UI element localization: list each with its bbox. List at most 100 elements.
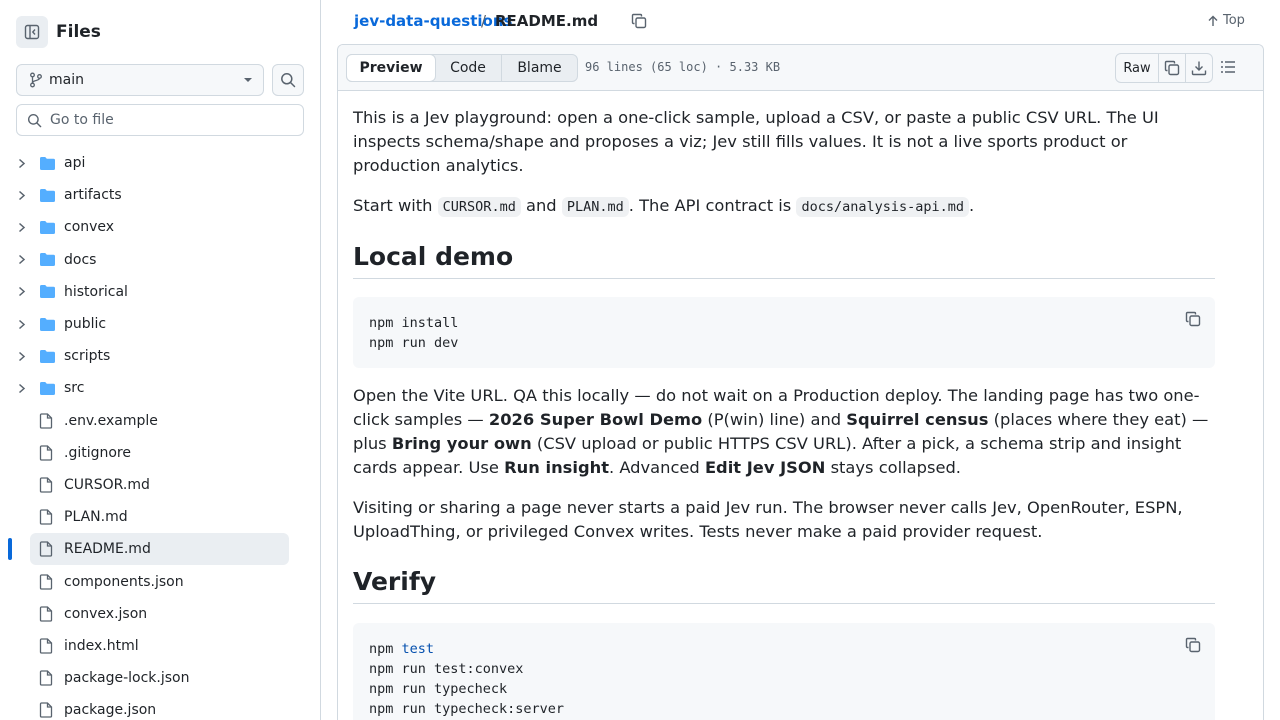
folder-icon — [39, 156, 56, 171]
heading-local-demo: Local demo — [353, 242, 1215, 279]
tree-item-label: CURSOR.md — [64, 476, 150, 493]
file-icon — [39, 412, 53, 429]
tree-folder-api[interactable]: api — [0, 147, 320, 179]
tree-file-cursor-md[interactable]: CURSOR.md — [0, 469, 320, 501]
tree-file-components-json[interactable]: components.json — [0, 565, 320, 597]
folder-icon — [39, 381, 56, 396]
copy-icon — [631, 13, 647, 29]
code-line: npm test — [369, 639, 1199, 659]
code-block-verify: npm test npm run test:convex npm run typ… — [353, 623, 1215, 720]
tree-item-label: .env.example — [64, 412, 158, 429]
tree-item-label: artifacts — [64, 187, 122, 204]
chevron-right-icon[interactable] — [18, 351, 30, 362]
chevron-right-icon[interactable] — [18, 286, 30, 297]
download-button[interactable] — [1185, 54, 1212, 82]
download-icon — [1191, 61, 1207, 76]
tree-item-label: api — [64, 155, 86, 172]
chevron-right-icon[interactable] — [18, 190, 30, 201]
readme-qa-paragraph: Open the Vite URL. QA this locally — do … — [353, 384, 1215, 480]
tree-item-label: scripts — [64, 348, 111, 365]
arrow-up-icon — [1208, 15, 1218, 26]
chevron-right-icon[interactable] — [18, 158, 30, 169]
go-to-file-field[interactable] — [16, 104, 304, 136]
chevron-right-icon[interactable] — [18, 254, 30, 265]
chevron-right-icon[interactable] — [18, 383, 30, 394]
code-keyword: test — [401, 641, 435, 657]
tree-file-plan-md[interactable]: PLAN.md — [0, 501, 320, 533]
code-line: npm run dev — [369, 335, 459, 351]
tree-file-env-example[interactable]: .env.example — [0, 405, 320, 437]
copy-code-button[interactable] — [1185, 637, 1201, 653]
tree-folder-artifacts[interactable]: artifacts — [0, 179, 320, 211]
bold-text: Edit Jev JSON — [704, 458, 826, 477]
code-block-local-demo: npm install npm run dev — [353, 297, 1215, 368]
tree-file-package-lock-json[interactable]: package-lock.json — [0, 662, 320, 694]
text-run: (P(win) line) and — [702, 410, 847, 429]
tree-folder-scripts[interactable]: scripts — [0, 340, 320, 372]
back-to-top-link[interactable]: Top — [1207, 13, 1245, 28]
tree-item-label: README.md — [64, 541, 151, 558]
tree-folder-public[interactable]: public — [0, 308, 320, 340]
tree-item-label: convex — [64, 219, 115, 236]
chevron-right-icon[interactable] — [18, 319, 30, 330]
file-icon — [39, 445, 53, 461]
copy-code-button[interactable] — [1185, 311, 1201, 327]
code-line: npm run typecheck — [369, 681, 508, 697]
copy-icon — [1185, 637, 1201, 653]
tab-preview[interactable]: Preview — [346, 54, 436, 82]
view-mode-tabs: Preview Code Blame — [346, 54, 578, 82]
sidebar-collapse-icon — [24, 24, 40, 40]
tree-folder-src[interactable]: src — [0, 372, 320, 404]
tree-file-package-json[interactable]: package.json — [0, 694, 320, 720]
tree-file-convex-json[interactable]: convex.json — [0, 598, 320, 630]
inline-code-cursor: CURSOR.md — [437, 197, 521, 217]
copy-icon — [1164, 60, 1180, 76]
text-run: . — [969, 196, 975, 215]
selected-row-indicator — [8, 538, 12, 561]
code-line: npm install — [369, 315, 459, 331]
folder-icon — [39, 284, 56, 299]
readme-start-paragraph: Start with CURSOR.md and PLAN.md. The AP… — [353, 194, 974, 219]
go-to-file-input[interactable] — [50, 112, 290, 128]
tree-file-index-html[interactable]: index.html — [0, 630, 320, 662]
copy-raw-button[interactable] — [1158, 54, 1185, 82]
tree-item-label: index.html — [64, 637, 139, 654]
tree-folder-historical[interactable]: historical — [0, 276, 320, 308]
bold-text: Squirrel census — [846, 410, 989, 429]
tab-blame[interactable]: Blame — [501, 55, 577, 81]
tree-file-readme-md[interactable]: README.md — [0, 533, 320, 566]
file-icon — [39, 573, 53, 590]
bold-text: Bring your own — [391, 434, 532, 453]
sidebar-header: Files — [16, 16, 101, 48]
file-icon — [39, 606, 53, 622]
file-icon — [39, 541, 53, 557]
git-branch-icon — [30, 72, 42, 88]
raw-button[interactable]: Raw — [1116, 54, 1158, 82]
tree-file-gitignore[interactable]: .gitignore — [0, 437, 320, 469]
caret-down-icon — [244, 78, 252, 82]
folder-icon — [39, 188, 56, 203]
tab-code[interactable]: Code — [435, 55, 501, 81]
sidebar-title: Files — [56, 22, 101, 42]
copy-path-button[interactable] — [631, 13, 647, 29]
tree-item-label: PLAN.md — [64, 509, 128, 526]
code-line: npm run test:convex — [369, 661, 524, 677]
file-icon — [39, 638, 53, 654]
chevron-right-icon[interactable] — [18, 222, 30, 233]
tree-folder-convex[interactable]: convex — [0, 211, 320, 243]
file-info: 96 lines (65 loc) · 5.33 KB — [585, 60, 781, 74]
file-icon — [39, 477, 53, 493]
tree-item-label: components.json — [64, 573, 184, 590]
collapse-sidebar-button[interactable] — [16, 16, 48, 48]
breadcrumb-repo-link[interactable]: jev-data-questions — [354, 12, 512, 30]
file-tree: api artifacts convex docs historical public sc… — [0, 147, 320, 720]
folder-icon — [39, 349, 56, 364]
outline-button[interactable] — [1220, 59, 1236, 75]
folder-icon — [39, 220, 56, 235]
search-files-button[interactable] — [272, 64, 304, 96]
tree-folder-docs[interactable]: docs — [0, 244, 320, 276]
text-run: stays collapsed. — [825, 458, 961, 477]
readme-intro-paragraph: This is a Jev playground: open a one-cli… — [353, 108, 1159, 175]
inline-code-plan: PLAN.md — [561, 197, 629, 217]
branch-selector[interactable]: main — [16, 64, 264, 96]
